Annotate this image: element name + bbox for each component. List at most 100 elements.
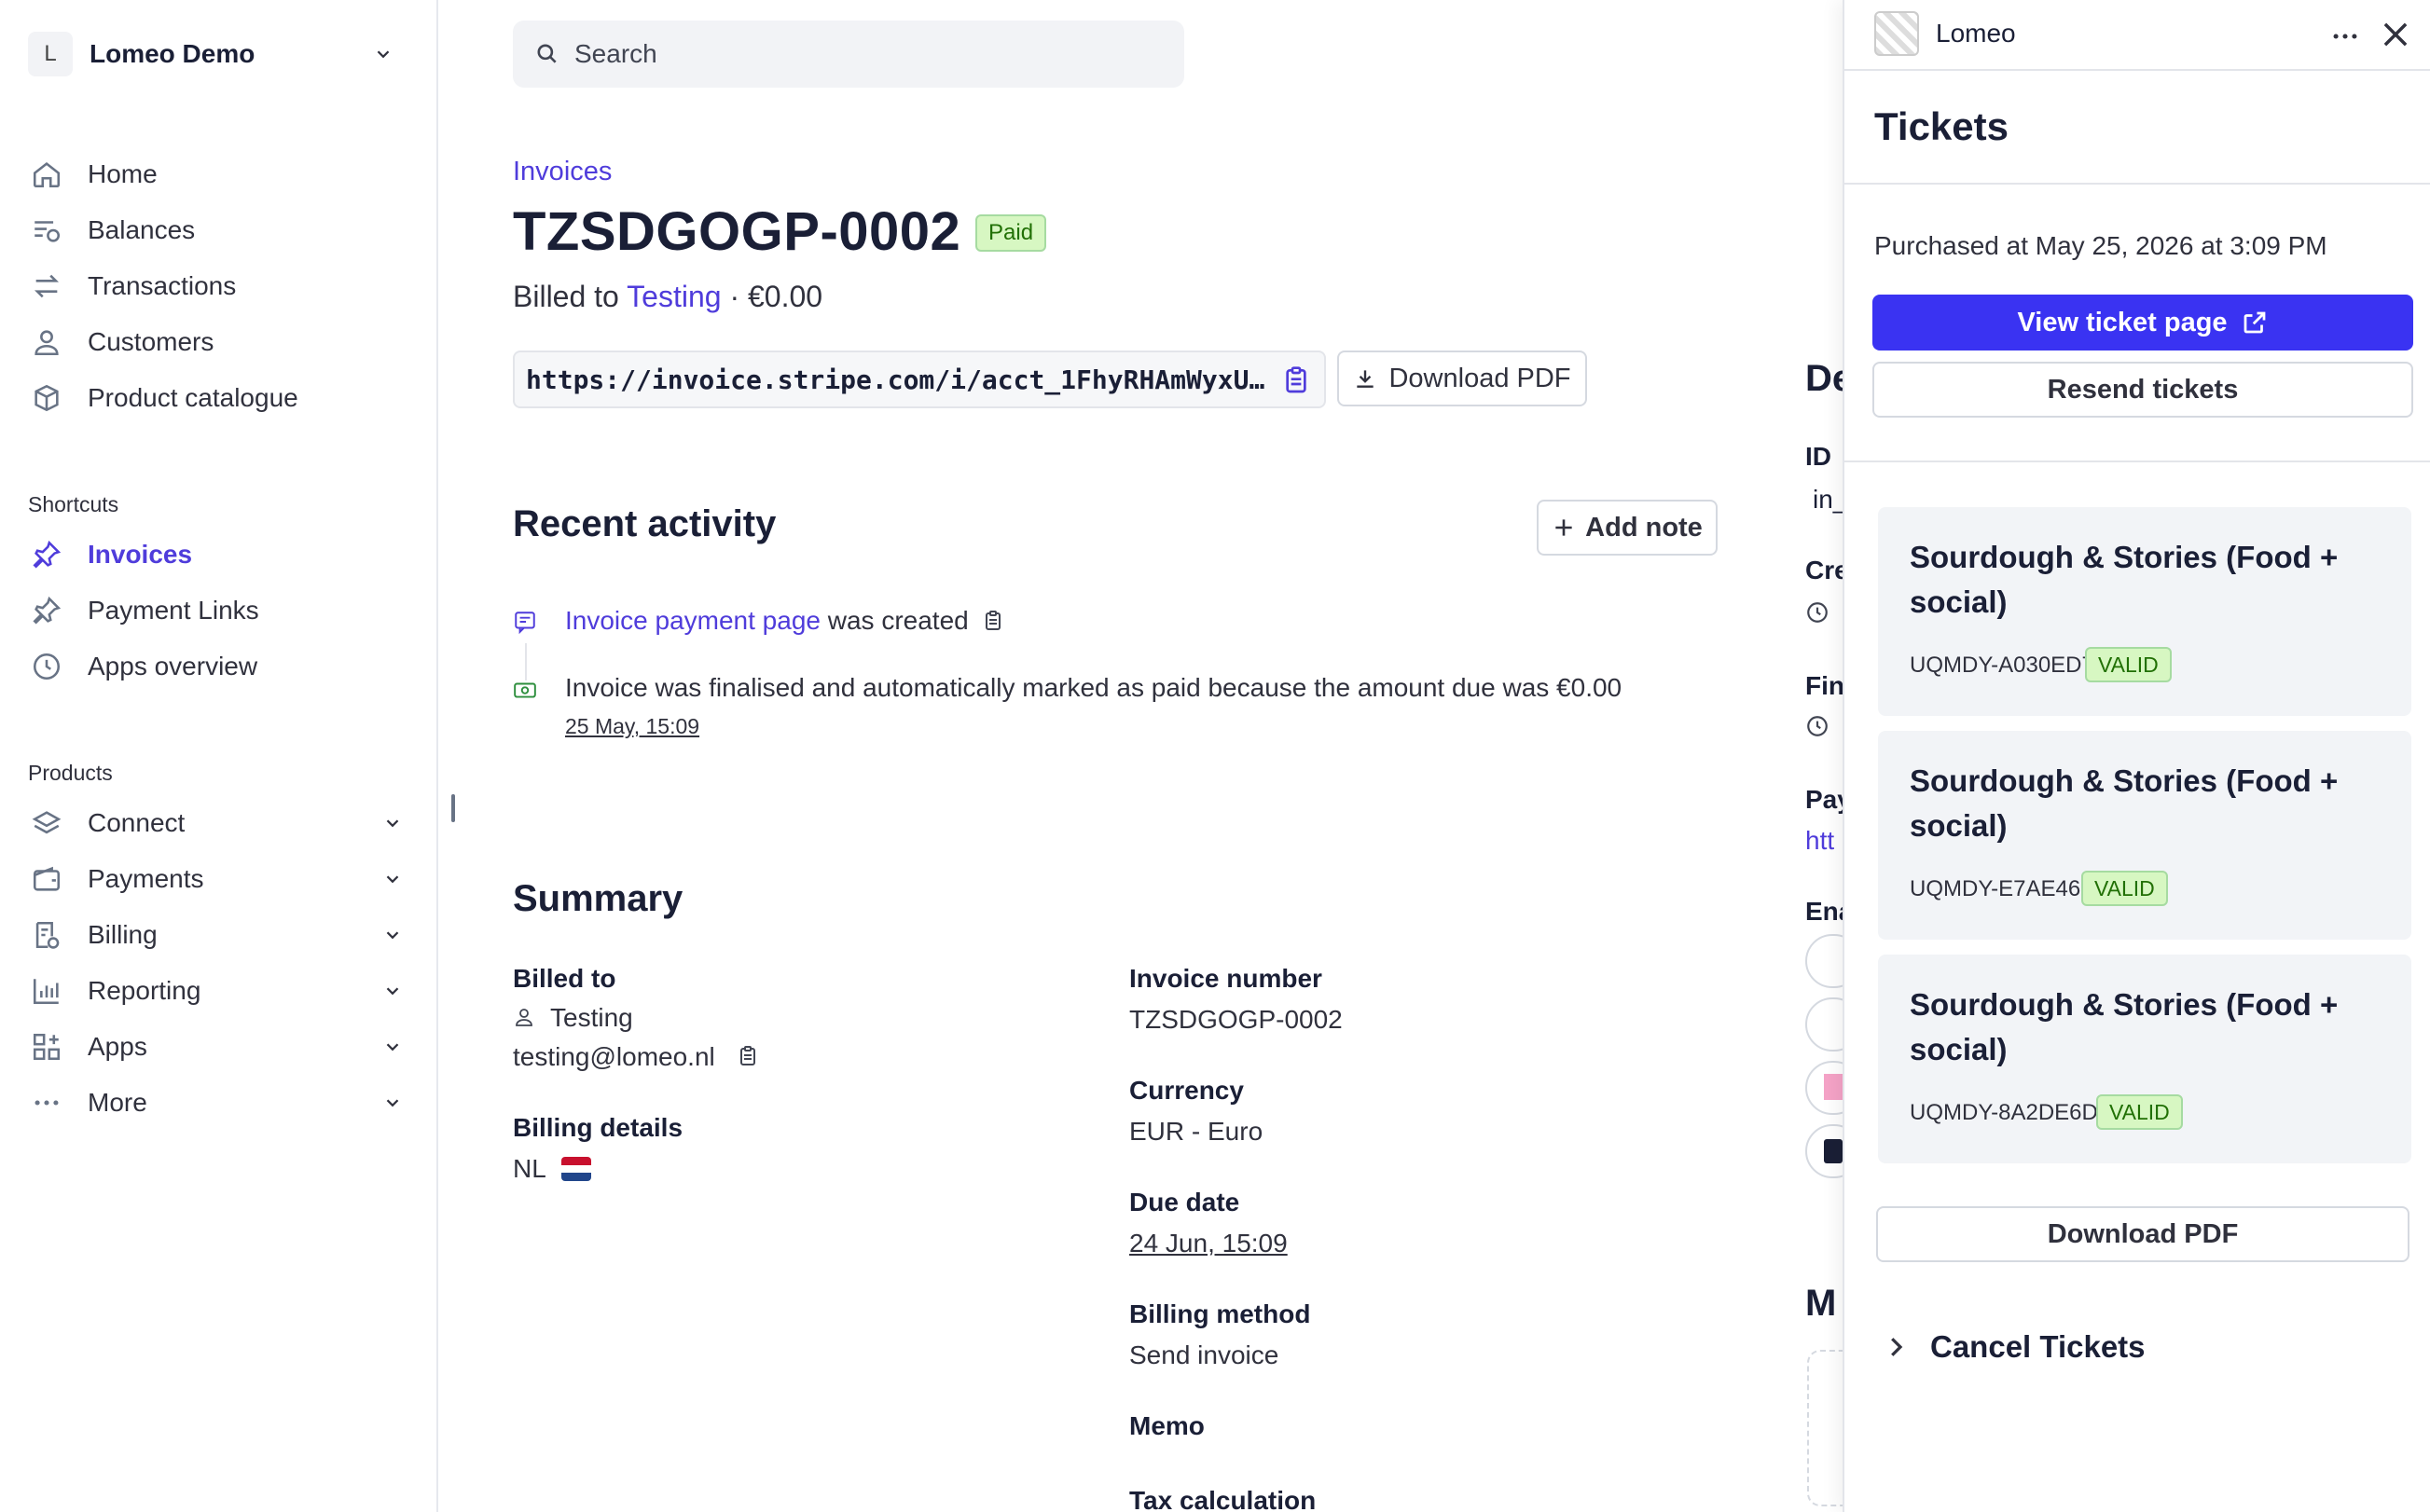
invoice-url-field[interactable]: https://invoice.stripe.com/i/acct_1FhyRH… [513, 351, 1326, 408]
payment-page-link[interactable]: Invoice payment page [565, 606, 821, 635]
chevron-down-icon[interactable] [382, 1037, 403, 1057]
chevron-down-icon [377, 50, 390, 59]
recent-activity-heading: Recent activity [513, 503, 777, 544]
clipboard-icon[interactable] [1281, 365, 1311, 395]
sidebar-item-payments[interactable]: Payments [28, 856, 410, 902]
balances-icon [28, 212, 65, 249]
sidebar-item-reporting[interactable]: Reporting [28, 968, 410, 1014]
account-name: Lomeo Demo [90, 39, 255, 68]
ticket-status-badge: VALID [2096, 1094, 2183, 1130]
sidebar-item-customers[interactable]: Customers [28, 319, 410, 365]
close-icon[interactable] [2378, 17, 2413, 52]
chevron-down-icon[interactable] [382, 925, 403, 945]
chevron-down-icon[interactable] [382, 813, 403, 833]
download-pdf-button[interactable]: Download PDF [1337, 351, 1587, 406]
cancel-tickets-label: Cancel Tickets [1930, 1329, 2146, 1364]
clock-icon [1807, 602, 1828, 623]
activity-text: was created [820, 606, 969, 635]
plus-icon [1555, 519, 1572, 536]
add-note-label: Add note [1585, 512, 1703, 543]
drawer-title: Tickets [1874, 104, 2009, 148]
currency-value: EUR - Euro [1129, 1117, 1263, 1146]
chevron-right-icon [1891, 1338, 1903, 1356]
sidebar-item-label: Billing [88, 920, 158, 949]
view-ticket-page-button[interactable]: View ticket page [1872, 295, 2413, 351]
due-date-value[interactable]: 24 Jun, 15:09 [1129, 1229, 1288, 1258]
drawer-header: Lomeo [1844, 0, 2430, 71]
customer-link[interactable]: Testing [627, 280, 721, 313]
invoice-number-label: Invoice number [1129, 964, 1322, 993]
sidebar-item-invoices[interactable]: Invoices [28, 531, 410, 578]
summary-heading: Summary [513, 878, 683, 919]
sidebar-item-label: Transactions [88, 271, 237, 300]
chevron-down-icon[interactable] [382, 869, 403, 889]
ticket-name: Sourdough & Stories (Food + social) [1910, 540, 2339, 619]
customers-icon [28, 323, 65, 361]
memo-label: Memo [1129, 1411, 1205, 1440]
details-payment-link[interactable]: htt [1805, 826, 1834, 856]
ticket-status-badge: VALID [2081, 871, 2168, 906]
clock-icon [1807, 716, 1828, 736]
billed-to-line: Billed to Testing · €0.00 [513, 280, 822, 314]
comment-icon [515, 612, 535, 634]
clipboard-icon[interactable] [737, 1045, 759, 1067]
more-icon [28, 1084, 65, 1121]
wallet-icon [28, 860, 65, 898]
clock-icon [28, 648, 65, 685]
sidebar-item-label: Apps overview [88, 652, 258, 680]
search-input[interactable]: Search [513, 21, 1184, 88]
cancel-tickets-toggle[interactable]: Cancel Tickets [1882, 1329, 2146, 1365]
billing-method-value: Send invoice [1129, 1340, 1279, 1369]
sidebar-item-transactions[interactable]: Transactions [28, 263, 410, 309]
download-pdf-button[interactable]: Download PDF [1876, 1206, 2409, 1262]
download-pdf-label: Download PDF [1388, 363, 1571, 393]
activity-timestamp[interactable]: 25 May, 15:09 [565, 714, 699, 739]
sidebar-item-label: Payment Links [88, 596, 259, 625]
clipboard-icon[interactable] [982, 610, 1004, 632]
details-id-label: ID [1805, 442, 1831, 471]
app-drawer: Lomeo Tickets Purchased at May 25, 2026 … [1843, 0, 2430, 1512]
sidebar-item-payment-links[interactable]: Payment Links [28, 587, 410, 634]
customer-link[interactable]: Testing [550, 1003, 633, 1033]
pin-icon [28, 592, 65, 629]
customer-email: testing@lomeo.nl [513, 1042, 715, 1071]
sofort-icon [1824, 1139, 1843, 1163]
billing-details-label: Billing details [513, 1113, 683, 1142]
connect-icon [28, 804, 65, 842]
activity-item: Invoice payment page was created [565, 606, 1004, 636]
cash-icon [514, 682, 536, 698]
sidebar: L Lomeo Demo Home Balances Transactions … [0, 0, 438, 1512]
billed-prefix: Billed to [513, 280, 628, 313]
purchase-date: Purchased at May 25, 2026 at 3:09 PM [1874, 231, 2327, 260]
sidebar-item-apps-overview[interactable]: Apps overview [28, 643, 410, 690]
box-icon [28, 379, 65, 417]
activity-item: Invoice was finalised and automatically … [565, 673, 1622, 702]
sidebar-item-product-catalogue[interactable]: Product catalogue [28, 375, 410, 421]
download-icon [1357, 370, 1374, 388]
billed-to-label: Billed to [513, 964, 616, 993]
sidebar-item-label: Home [88, 159, 158, 188]
sidebar-resize-handle[interactable] [451, 794, 455, 822]
sidebar-item-billing[interactable]: Billing [28, 912, 410, 958]
more-options-icon[interactable] [2329, 21, 2361, 52]
ticket-status-badge: VALID [2085, 647, 2172, 682]
sidebar-item-apps[interactable]: Apps [28, 1024, 410, 1070]
sidebar-item-home[interactable]: Home [28, 151, 410, 198]
status-badge: Paid [975, 214, 1047, 252]
drawer-title-bar: Tickets [1844, 71, 2430, 185]
resend-tickets-button[interactable]: Resend tickets [1872, 362, 2413, 418]
breadcrumb-invoices[interactable]: Invoices [513, 157, 612, 187]
due-date-label: Due date [1129, 1188, 1240, 1216]
account-switcher[interactable]: L Lomeo Demo [28, 31, 401, 77]
sidebar-item-more[interactable]: More [28, 1079, 410, 1126]
chevron-down-icon[interactable] [382, 981, 403, 1001]
chevron-down-icon[interactable] [382, 1093, 403, 1113]
app-name: Lomeo [1936, 19, 2016, 48]
sidebar-item-label: Product catalogue [88, 383, 298, 412]
sidebar-item-balances[interactable]: Balances [28, 207, 410, 254]
sidebar-item-connect[interactable]: Connect [28, 800, 410, 846]
details-finalised-label: Fin [1805, 671, 1844, 700]
add-note-button[interactable]: Add note [1537, 500, 1718, 556]
apps-icon [28, 1028, 65, 1065]
sidebar-item-label: Reporting [88, 976, 201, 1005]
